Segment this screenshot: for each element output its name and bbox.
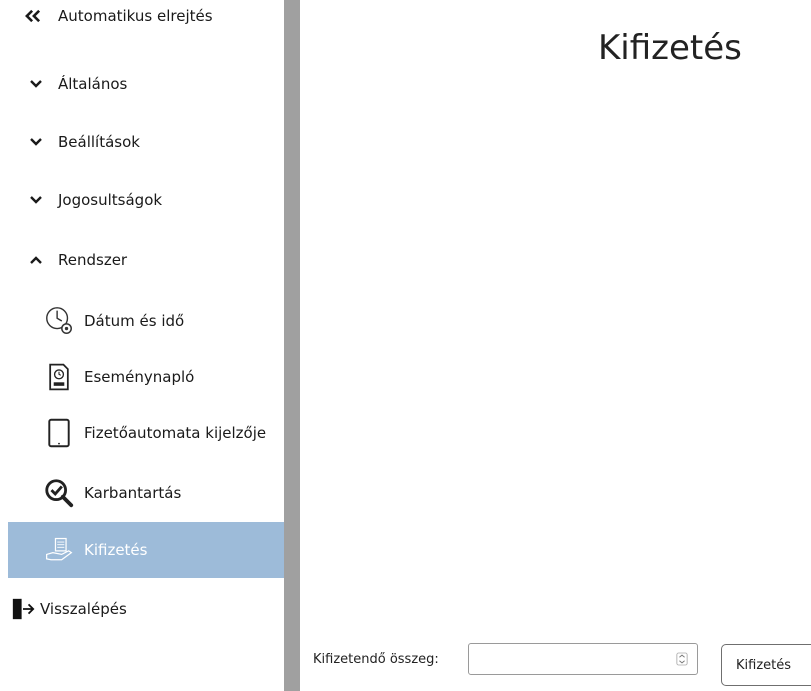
sidebar-group-beallitasok[interactable]: Beállítások (0, 126, 284, 158)
sidebar-item-fizetoautomata-kijelzoje[interactable]: Fizetőautomata kijelzője (8, 410, 284, 456)
auto-hide-label: Automatikus elrejtés (58, 7, 213, 25)
logout-button[interactable]: Visszalépés (0, 594, 284, 624)
sidebar-group-label: Rendszer (58, 251, 128, 269)
sidebar-item-label: Dátum és idő (84, 312, 185, 330)
page-title: Kifizetés (598, 28, 742, 68)
log-file-icon (42, 360, 76, 394)
amount-label: Kifizetendő összeg: (313, 652, 439, 667)
chevron-down-icon (28, 76, 44, 92)
chevron-up-icon (28, 252, 44, 268)
sidebar-splitter[interactable] (284, 0, 300, 691)
sidebar-item-karbantartas[interactable]: Karbantartás (8, 470, 284, 516)
sidebar-group-label: Általános (58, 75, 128, 93)
auto-hide-button[interactable]: Automatikus elrejtés (0, 4, 284, 28)
sidebar-item-label: Kifizetés (84, 541, 148, 559)
sidebar-group-label: Jogosultságok (58, 191, 163, 209)
amount-field[interactable] (468, 643, 698, 675)
sidebar-group-label: Beállítások (58, 133, 140, 151)
sidebar-item-datum-es-ido[interactable]: Dátum és idő (8, 298, 284, 344)
sidebar-group-jogosultsagok[interactable]: Jogosultságok (0, 184, 284, 216)
check-search-icon (42, 476, 76, 510)
sidebar-item-esemenynaplo[interactable]: Eseménynapló (8, 354, 284, 400)
chevron-down-icon (28, 134, 44, 150)
tablet-icon (42, 416, 76, 450)
sidebar: Automatikus elrejtés Általános Beállítás… (0, 0, 284, 691)
amount-input[interactable] (469, 644, 669, 674)
payment-hand-icon (42, 533, 76, 567)
sidebar-item-label: Karbantartás (84, 484, 182, 502)
spinner-icon[interactable] (675, 651, 689, 667)
exit-door-icon (10, 596, 36, 622)
sidebar-item-label: Eseménynapló (84, 368, 195, 386)
sidebar-item-label: Fizetőautomata kijelzője (84, 424, 267, 442)
sidebar-item-kifizetes[interactable]: Kifizetés (8, 522, 284, 578)
sidebar-group-altalanos[interactable]: Általános (0, 68, 284, 100)
chevron-down-icon (28, 192, 44, 208)
double-chevron-left-icon (22, 8, 44, 24)
sidebar-group-rendszer[interactable]: Rendszer (0, 244, 284, 276)
pay-button[interactable]: Kifizetés (721, 644, 811, 686)
logout-label: Visszalépés (40, 600, 127, 618)
clock-gear-icon (42, 304, 76, 338)
